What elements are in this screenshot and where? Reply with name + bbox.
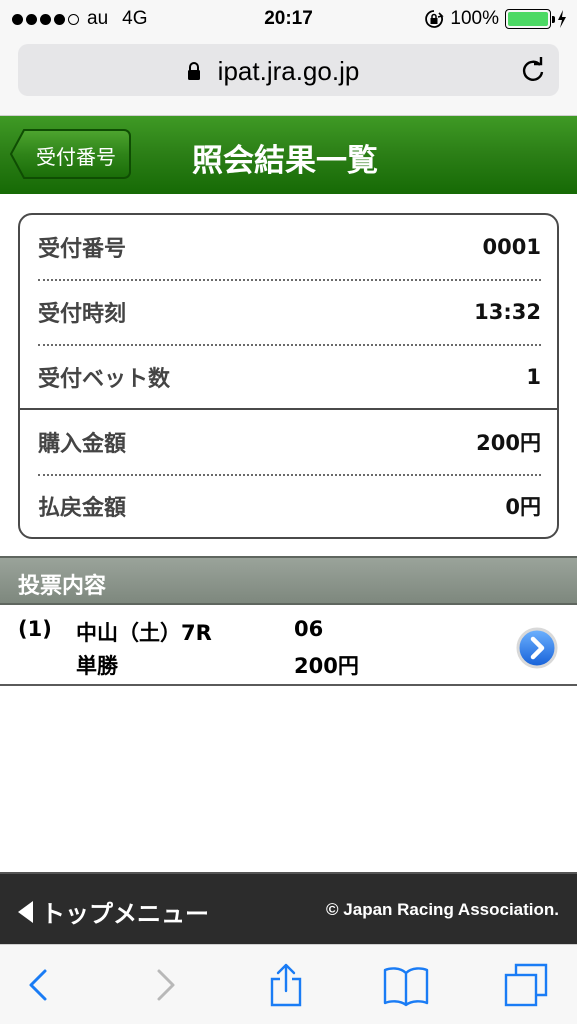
summary-label: 受付時刻 <box>38 302 127 327</box>
app-header: 受付番号 照会結果一覧 <box>0 116 577 194</box>
charging-bolt-icon <box>558 10 566 28</box>
footer: トップメニュー © Japan Racing Association. <box>0 872 577 944</box>
copyright-text: © Japan Racing Association. <box>326 900 559 919</box>
bet-race: 中山（土）7R <box>76 621 212 645</box>
summary-row-payout-amount: 払戻金額 0円 <box>38 474 541 538</box>
summary-value: 0001 <box>482 235 541 259</box>
url-text: ipat.jra.go.jp <box>217 56 360 86</box>
browser-toolbar <box>0 944 577 1024</box>
address-bar[interactable]: ipat.jra.go.jp <box>18 44 559 96</box>
back-button[interactable]: 受付番号 <box>10 128 132 180</box>
summary-row-bet-count: 受付ベット数 1 <box>38 345 541 409</box>
summary-label: 受付番号 <box>38 237 127 262</box>
summary-value: 13:32 <box>474 300 541 324</box>
top-menu-label: トップメニュー <box>41 900 209 928</box>
bet-list-item[interactable]: (1) 中山（土）7R 06 単勝 200円 <box>0 605 577 686</box>
summary-label: 払戻金額 <box>38 496 127 521</box>
summary-value: 1 <box>526 365 541 389</box>
back-button-label: 受付番号 <box>36 145 116 169</box>
top-menu-link[interactable]: トップメニュー <box>18 894 209 929</box>
section-title: 投票内容 <box>18 574 107 599</box>
summary-value: 200円 <box>476 431 541 455</box>
summary-value: 0円 <box>505 495 541 519</box>
triangle-left-icon <box>18 900 33 923</box>
battery-percent: 100% <box>450 8 499 29</box>
tabs-icon[interactable] <box>502 961 550 1009</box>
page-title: 照会結果一覧 <box>192 143 378 179</box>
status-bar: au 4G 20:17 100% <box>0 0 577 40</box>
forward-arrow-icon[interactable] <box>140 961 188 1009</box>
summary-row-purchase-amount: 購入金額 200円 <box>38 410 541 474</box>
bet-horse-number: 06 <box>294 617 324 641</box>
summary-label: 購入金額 <box>38 432 127 457</box>
browser-address-area: ipat.jra.go.jp <box>0 40 577 116</box>
share-icon[interactable] <box>262 961 310 1009</box>
section-header: 投票内容 <box>0 556 577 605</box>
bet-type: 単勝 <box>76 654 118 678</box>
battery-icon <box>505 9 555 29</box>
rotation-lock-icon <box>425 10 444 28</box>
bookmarks-icon[interactable] <box>382 961 430 1009</box>
summary-card: 受付番号 0001 受付時刻 13:32 受付ベット数 1 購入金額 200円 … <box>18 213 559 539</box>
back-arrow-icon[interactable] <box>16 961 64 1009</box>
bet-number: (1) <box>18 617 52 641</box>
bet-amount: 200円 <box>294 654 359 678</box>
chevron-right-icon[interactable] <box>516 627 558 669</box>
summary-row-receipt-number: 受付番号 0001 <box>38 215 541 279</box>
summary-row-receipt-time: 受付時刻 13:32 <box>38 280 541 344</box>
status-right: 100% <box>424 8 567 30</box>
summary-label: 受付ベット数 <box>38 367 171 392</box>
reload-icon[interactable] <box>519 56 547 84</box>
